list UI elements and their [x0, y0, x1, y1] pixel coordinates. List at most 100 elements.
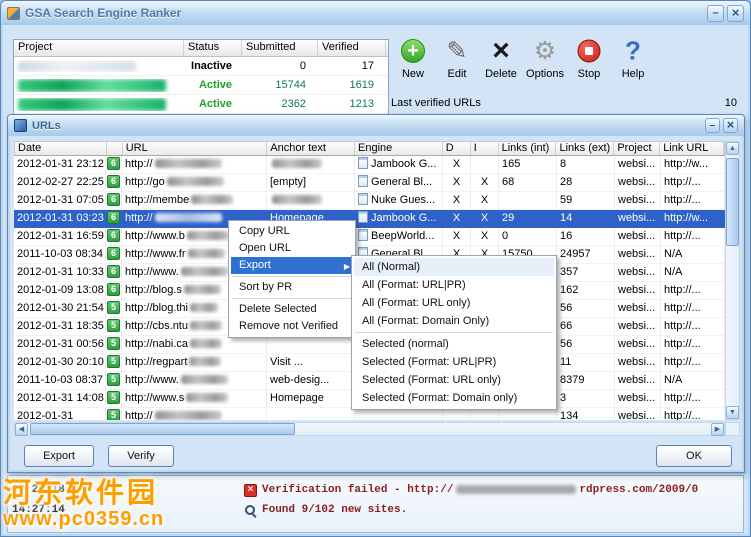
url-row[interactable]: 2012-01-31 23:12 6 http:// Jambook G... X 165…: [14, 156, 725, 174]
url-prefix: http://blog.s: [125, 283, 182, 296]
menu-separator: [232, 276, 352, 277]
project-row[interactable]: Active 2362 1213: [14, 95, 388, 114]
submenu-item-all-normal[interactable]: All (Normal): [354, 258, 554, 276]
project-submitted: 15744: [275, 79, 306, 91]
options-icon: [523, 35, 567, 67]
menu-item-export[interactable]: Export ▶: [231, 257, 353, 274]
urls-titlebar[interactable]: URLs: [8, 115, 744, 136]
vertical-scroll-thumb[interactable]: [726, 158, 739, 246]
minimize-button[interactable]: [707, 4, 724, 22]
export-button[interactable]: Export: [24, 445, 94, 467]
log-text-suffix: rdpress.com/2009/0: [579, 484, 699, 496]
url-column-links-int[interactable]: Links (int): [498, 142, 557, 155]
vertical-scrollbar[interactable]: [725, 141, 740, 420]
redacted-url: [166, 177, 224, 187]
cell-links-int: 165: [499, 156, 557, 174]
url-column-d[interactable]: D: [442, 142, 471, 155]
pr-badge: 5: [107, 409, 120, 420]
cell-project: websi...: [615, 317, 661, 336]
pr-badge: 6: [107, 265, 120, 279]
cell-links-int: [499, 191, 557, 210]
horizontal-scrollbar[interactable]: [14, 422, 725, 436]
redacted-url: [180, 267, 228, 277]
cell-indexed: X: [471, 227, 499, 246]
cell-project: websi...: [615, 173, 661, 192]
horizontal-scroll-thumb[interactable]: [30, 423, 295, 435]
scroll-down-icon[interactable]: [726, 406, 739, 419]
url-column-url[interactable]: URL: [122, 142, 268, 155]
toolbar-stop-button[interactable]: Stop: [567, 35, 611, 80]
url-prefix: http://go: [125, 175, 165, 188]
projects-table-header: Project Status Submitted Verified: [14, 40, 388, 57]
menu-item-copy-url[interactable]: Copy URL: [231, 223, 353, 240]
projects-table-body: Inactive 0 17 Active 15744 1619 Active 2362 1213: [14, 57, 388, 114]
menu-item-open-url[interactable]: Open URL: [231, 240, 353, 257]
cell-pr: 5: [106, 335, 122, 354]
error-icon: [244, 484, 257, 497]
cell-date: 2012-01-31 10:33: [14, 263, 106, 282]
cell-pr: 5: [106, 299, 122, 318]
toolbar-options-button[interactable]: Options: [523, 35, 567, 80]
toolbar-label-new: New: [401, 68, 424, 80]
redacted-project-name: [18, 60, 136, 72]
menu-item-sort-by-pr[interactable]: Sort by PR: [231, 279, 353, 296]
url-row[interactable]: 2012-01-31 07:05 6 http://membe Nuke Gues..…: [14, 191, 725, 210]
engine-name: General Bl...: [371, 175, 433, 188]
url-column-project[interactable]: Project: [614, 142, 661, 155]
main-titlebar[interactable]: GSA Search Engine Ranker: [1, 1, 750, 25]
url-column-anchor-text[interactable]: Anchor text: [267, 142, 356, 155]
stop-icon: [567, 35, 611, 67]
projects-column-submitted[interactable]: Submitted: [242, 40, 318, 56]
cell-date: 2012-01-31 03:23: [17, 211, 104, 224]
scroll-up-icon[interactable]: [726, 142, 739, 155]
toolbar-help-button[interactable]: Help: [611, 35, 655, 80]
project-row[interactable]: Active 15744 1619: [14, 76, 388, 95]
toolbar-edit-button[interactable]: Edit: [435, 35, 479, 80]
anchor-text: Homepage: [270, 391, 324, 404]
url-prefix: http://www.: [125, 265, 179, 278]
projects-column-project[interactable]: Project: [14, 40, 184, 56]
toolbar-new-button[interactable]: New: [391, 35, 435, 80]
submenu-item-all-format-url-pr[interactable]: All (Format: URL|PR): [354, 276, 554, 294]
url-column-date[interactable]: Date: [15, 142, 107, 155]
submenu-item-selected-normal[interactable]: Selected (normal): [354, 335, 554, 353]
url-column-link-url[interactable]: Link URL: [660, 142, 724, 155]
cell-anchor: Visit ...: [267, 353, 355, 372]
cell-anchor: web-desig...: [267, 371, 355, 390]
cell-pr: 6: [106, 227, 122, 246]
minimize-icon: [712, 7, 718, 19]
url-column-pr[interactable]: [106, 142, 123, 155]
toolbar-delete-button[interactable]: Delete: [479, 35, 523, 80]
engine-icon: [358, 192, 368, 205]
submenu-item-all-format-url-only[interactable]: All (Format: URL only): [354, 294, 554, 312]
menu-item-delete-selected[interactable]: Delete Selected: [231, 301, 353, 318]
url-column-i[interactable]: I: [470, 142, 499, 155]
redacted-url: [154, 213, 222, 223]
log-line: 14:26:18 Verification failed - http:// rdp…: [8, 481, 743, 501]
close-button[interactable]: [727, 4, 744, 22]
cell-project: websi...: [615, 227, 661, 246]
projects-column-status[interactable]: Status: [184, 40, 242, 56]
scroll-left-icon[interactable]: [15, 423, 28, 436]
urls-minimize-button[interactable]: [705, 118, 720, 133]
url-column-engine[interactable]: Engine: [355, 142, 443, 155]
cell-link-url: http://...: [661, 281, 725, 300]
scroll-right-icon[interactable]: [711, 423, 724, 436]
projects-column-verified[interactable]: Verified: [318, 40, 386, 56]
project-row[interactable]: Inactive 0 17: [14, 57, 388, 76]
submenu-item-selected-format-url-pr[interactable]: Selected (Format: URL|PR): [354, 353, 554, 371]
url-row[interactable]: 2012-01-31 03:23 6 http://Homepage Jambook …: [14, 210, 725, 228]
projects-table: Project Status Submitted Verified Inactive 0…: [13, 39, 389, 115]
log-message: Verification failed - http:// rdpress.com…: [262, 484, 698, 496]
submenu-item-selected-format-domain-only[interactable]: Selected (Format: Domain only): [354, 389, 554, 407]
url-row[interactable]: 2012-02-27 22:25 6 http://go [empty] General…: [14, 173, 725, 192]
ok-button[interactable]: OK: [656, 445, 732, 467]
url-column-links-ext[interactable]: Links (ext): [556, 142, 615, 155]
verify-button[interactable]: Verify: [108, 445, 174, 467]
url-row[interactable]: 2012-01-31 16:59 6 http://www.b BeepWorld..…: [14, 227, 725, 246]
urls-close-button[interactable]: [723, 118, 738, 133]
cell-date: 2012-02-27 22:25: [14, 173, 106, 192]
menu-item-remove-not-verified[interactable]: Remove not Verified: [231, 318, 353, 335]
submenu-item-all-format-domain-only[interactable]: All (Format: Domain Only): [354, 312, 554, 330]
submenu-item-selected-format-url-only[interactable]: Selected (Format: URL only): [354, 371, 554, 389]
